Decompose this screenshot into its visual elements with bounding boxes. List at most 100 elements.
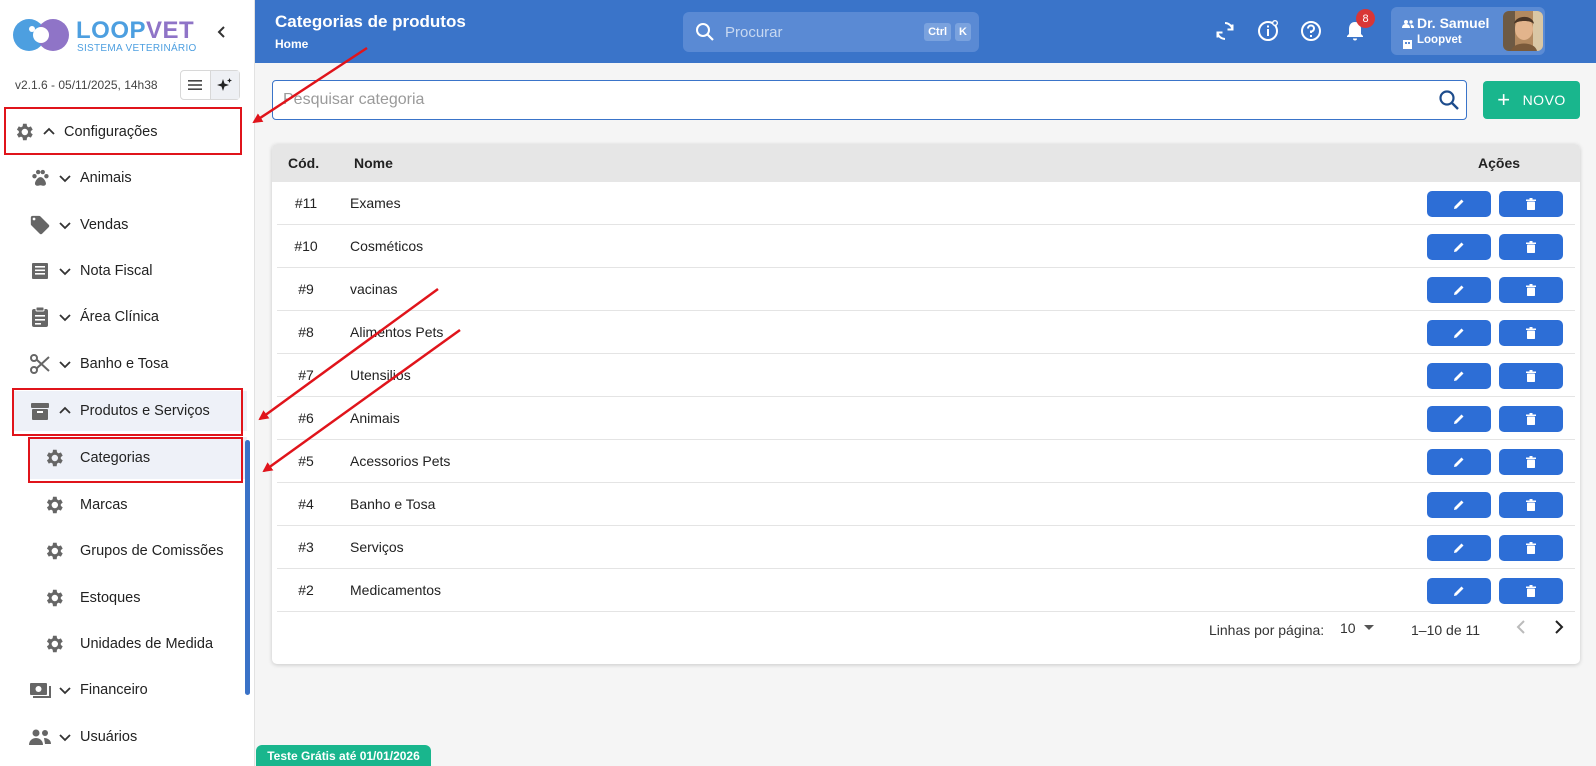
next-page-button[interactable]: [1552, 619, 1566, 638]
info-icon[interactable]: [1256, 19, 1280, 43]
category-search-placeholder: Pesquisar categoria: [283, 91, 425, 108]
ai-view-button[interactable]: [209, 71, 239, 99]
rows-per-page-select[interactable]: 10: [1340, 620, 1374, 636]
sidebar-subitem-categorias[interactable]: Categorias: [28, 437, 247, 479]
sidebar-item-nota-fiscal[interactable]: Nota Fiscal: [0, 251, 247, 291]
trash-icon: [1526, 198, 1536, 210]
search-icon: [696, 23, 714, 41]
table-row: #2 Medicamentos: [277, 569, 1575, 612]
table-row: #11 Exames: [277, 182, 1575, 225]
trash-icon: [1526, 456, 1536, 468]
edit-button[interactable]: [1427, 535, 1491, 561]
delete-button[interactable]: [1499, 277, 1563, 303]
delete-button[interactable]: [1499, 234, 1563, 260]
gear-icon: [42, 539, 66, 563]
sidebar-scrollbar[interactable]: [245, 440, 250, 695]
list-view-button[interactable]: [181, 71, 210, 99]
money-icon: [28, 678, 52, 702]
delete-button[interactable]: [1499, 320, 1563, 346]
receipt-icon: [28, 259, 52, 283]
help-icon[interactable]: [1299, 19, 1323, 43]
sidebar-item-configuracoes[interactable]: Configurações: [0, 112, 247, 152]
breadcrumb[interactable]: Home: [275, 37, 308, 51]
previous-page-button[interactable]: [1514, 619, 1528, 638]
logo[interactable]: LOOPVET SISTEMA VETERINÁRIO: [12, 14, 242, 54]
sidebar-item-financeiro[interactable]: Financeiro: [0, 670, 247, 710]
cell-nome: Animais: [350, 410, 400, 426]
delete-button[interactable]: [1499, 535, 1563, 561]
sidebar-item-label: Banho e Tosa: [80, 356, 169, 372]
table-row: #3 Serviços: [277, 526, 1575, 569]
chevron-down-icon: [56, 262, 74, 280]
avatar: [1503, 11, 1543, 51]
delete-button[interactable]: [1499, 578, 1563, 604]
delete-button[interactable]: [1499, 449, 1563, 475]
pencil-icon: [1454, 199, 1464, 209]
cell-nome: Exames: [350, 195, 401, 211]
column-header-cod[interactable]: Cód.: [288, 155, 319, 171]
rows-per-page-label: Linhas por página:: [1209, 622, 1325, 638]
edit-button[interactable]: [1427, 363, 1491, 389]
sidebar-item-produtos-servicos[interactable]: Produtos e Serviços: [12, 391, 247, 431]
sidebar-item-label: Nota Fiscal: [80, 263, 153, 279]
users-icon: [28, 725, 52, 749]
trash-icon: [1526, 499, 1536, 511]
sidebar-item-area-clinica[interactable]: Área Clínica: [0, 297, 247, 337]
pencil-icon: [1454, 500, 1464, 510]
table-row: #4 Banho e Tosa: [277, 483, 1575, 526]
table-row: #10 Cosméticos: [277, 225, 1575, 268]
chevron-left-icon: [1516, 620, 1525, 634]
column-header-nome[interactable]: Nome: [354, 155, 393, 171]
sidebar-item-vendas[interactable]: Vendas: [0, 205, 247, 245]
edit-button[interactable]: [1427, 449, 1491, 475]
sidebar-item-banho-tosa[interactable]: Banho e Tosa: [0, 344, 247, 384]
delete-button[interactable]: [1499, 191, 1563, 217]
clipboard-icon: [28, 305, 52, 329]
edit-button[interactable]: [1427, 492, 1491, 518]
edit-button[interactable]: [1427, 406, 1491, 432]
delete-button[interactable]: [1499, 363, 1563, 389]
table-row: #6 Animais: [277, 397, 1575, 440]
cell-cod: #6: [298, 410, 314, 426]
sidebar-subitem-marcas[interactable]: Marcas: [28, 484, 247, 526]
edit-button[interactable]: [1427, 578, 1491, 604]
cell-nome: Alimentos Pets: [350, 324, 444, 340]
search-icon[interactable]: [1438, 89, 1460, 111]
edit-button[interactable]: [1427, 277, 1491, 303]
sidebar-item-animais[interactable]: Animais: [0, 158, 247, 198]
sidebar-item-label: Financeiro: [80, 682, 148, 698]
chevron-left-icon: [217, 26, 225, 38]
user-name: Dr. Samuel: [1417, 15, 1490, 31]
cell-nome: Serviços: [350, 539, 404, 555]
sidebar-item-usuarios[interactable]: Usuários: [0, 717, 247, 757]
cell-nome: Medicamentos: [350, 582, 442, 598]
edit-button[interactable]: [1427, 191, 1491, 217]
gear-icon: [42, 586, 66, 610]
edit-button[interactable]: [1427, 234, 1491, 260]
delete-button[interactable]: [1499, 406, 1563, 432]
sidebar-subitem-unidades-medida[interactable]: Unidades de Medida: [28, 623, 247, 665]
chevron-up-icon: [40, 123, 58, 141]
global-search[interactable]: Procurar Ctrl K: [683, 12, 979, 52]
cell-nome: Banho e Tosa: [350, 496, 436, 512]
gear-icon: [42, 632, 66, 656]
user-menu[interactable]: Dr. Samuel Loopvet: [1391, 7, 1545, 55]
chevron-up-icon: [56, 402, 74, 420]
cell-cod: #10: [294, 238, 318, 254]
sidebar-subitem-grupos-comissoes[interactable]: Grupos de Comissões: [28, 530, 247, 572]
collapse-sidebar-button[interactable]: [212, 22, 232, 42]
sidebar-item-label: Configurações: [64, 124, 158, 140]
delete-button[interactable]: [1499, 492, 1563, 518]
cell-nome: vacinas: [350, 281, 398, 297]
pencil-icon: [1454, 414, 1464, 424]
category-search-input[interactable]: Pesquisar categoria: [272, 80, 1467, 120]
cell-cod: #2: [298, 582, 314, 598]
sync-icon[interactable]: [1213, 19, 1237, 43]
sidebar-subitem-estoques[interactable]: Estoques: [28, 577, 247, 619]
logo-icon: [13, 19, 69, 51]
new-category-button[interactable]: + NOVO: [1483, 81, 1580, 119]
pencil-icon: [1454, 586, 1464, 596]
edit-button[interactable]: [1427, 320, 1491, 346]
trial-badge: Teste Grátis até 01/01/2026: [256, 745, 431, 766]
cell-cod: #3: [298, 539, 314, 555]
